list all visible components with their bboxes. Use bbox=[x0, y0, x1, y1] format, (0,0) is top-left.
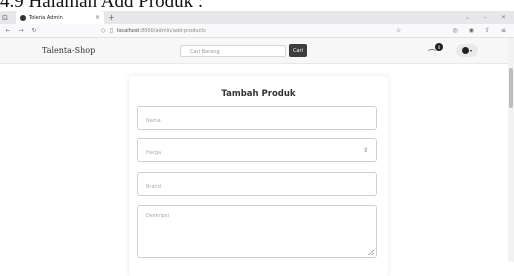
add-product-form: Tambah Produk ⇕ bbox=[129, 76, 388, 276]
product-name-field[interactable] bbox=[137, 106, 377, 132]
scrollbar-thumb[interactable] bbox=[509, 68, 513, 108]
url-field[interactable]: localhost:8000/admin/add-products bbox=[117, 28, 206, 34]
chevron-down-icon: ▾ bbox=[469, 48, 472, 53]
product-brand-field[interactable] bbox=[137, 172, 377, 198]
resize-handle-icon[interactable] bbox=[368, 249, 374, 255]
product-description-field[interactable] bbox=[137, 205, 377, 258]
back-icon[interactable]: ← bbox=[3, 27, 13, 34]
brand-logo[interactable]: Talenta-Shop bbox=[42, 46, 95, 55]
url-path: :8000/admin/add-products bbox=[139, 27, 206, 34]
product-price-field[interactable]: ⇕ bbox=[137, 138, 377, 164]
tab-title: Toleria Admin bbox=[29, 14, 63, 21]
product-brand-input[interactable] bbox=[138, 176, 376, 198]
minimize-icon[interactable]: – bbox=[484, 14, 487, 21]
browser-tab[interactable]: Toleria Admin × bbox=[16, 11, 104, 24]
product-description-textarea[interactable] bbox=[138, 206, 376, 257]
shield-icon[interactable]: ◇ bbox=[101, 27, 106, 34]
close-window-icon[interactable]: ✕ bbox=[501, 14, 506, 21]
number-stepper-icon[interactable]: ⇕ bbox=[363, 147, 368, 154]
menu-icon[interactable]: ≡ bbox=[501, 27, 506, 34]
product-name-input[interactable] bbox=[138, 110, 376, 132]
site-navbar: Talenta-Shop Cari Barang Cari ⌒ 0 ▾ bbox=[0, 38, 514, 64]
favicon-icon bbox=[20, 14, 26, 21]
cart-button[interactable]: ⌒ 0 bbox=[428, 43, 443, 58]
account-icon[interactable]: ◉ bbox=[469, 27, 474, 34]
browser-tab-bar: ⊡ Toleria Admin × + ⌄ – ✕ bbox=[0, 11, 514, 24]
close-tab-button[interactable]: × bbox=[95, 14, 100, 21]
chevron-down-icon[interactable]: ⌄ bbox=[465, 14, 470, 21]
search-input[interactable]: Cari Barang bbox=[180, 45, 286, 57]
browser-address-bar: ← → ↻ ◇ ▯ localhost:8000/admin/add-produ… bbox=[0, 24, 514, 38]
page-scrollbar[interactable] bbox=[508, 38, 514, 262]
forward-icon[interactable]: → bbox=[16, 27, 26, 34]
lock-icon[interactable]: ▯ bbox=[110, 27, 113, 34]
form-title: Tambah Produk bbox=[221, 89, 296, 99]
reload-icon[interactable]: ↻ bbox=[29, 27, 39, 34]
product-price-input[interactable] bbox=[138, 142, 376, 164]
user-menu-button[interactable]: ▾ bbox=[456, 44, 478, 57]
star-icon[interactable]: ☆ bbox=[396, 27, 401, 34]
url-host: localhost bbox=[116, 27, 140, 34]
share-icon[interactable]: ⇧ bbox=[485, 27, 490, 34]
cart-icon: ⌒ bbox=[428, 49, 436, 58]
user-icon bbox=[461, 47, 469, 54]
tab-list-icon[interactable]: ⊡ bbox=[0, 11, 10, 24]
new-tab-button[interactable]: + bbox=[108, 13, 115, 22]
search-button[interactable]: Cari bbox=[289, 44, 307, 57]
cart-count-badge: 0 bbox=[435, 43, 443, 51]
window-controls: ⌄ – ✕ bbox=[465, 14, 514, 21]
extensions-icon[interactable]: ◎ bbox=[452, 27, 457, 34]
